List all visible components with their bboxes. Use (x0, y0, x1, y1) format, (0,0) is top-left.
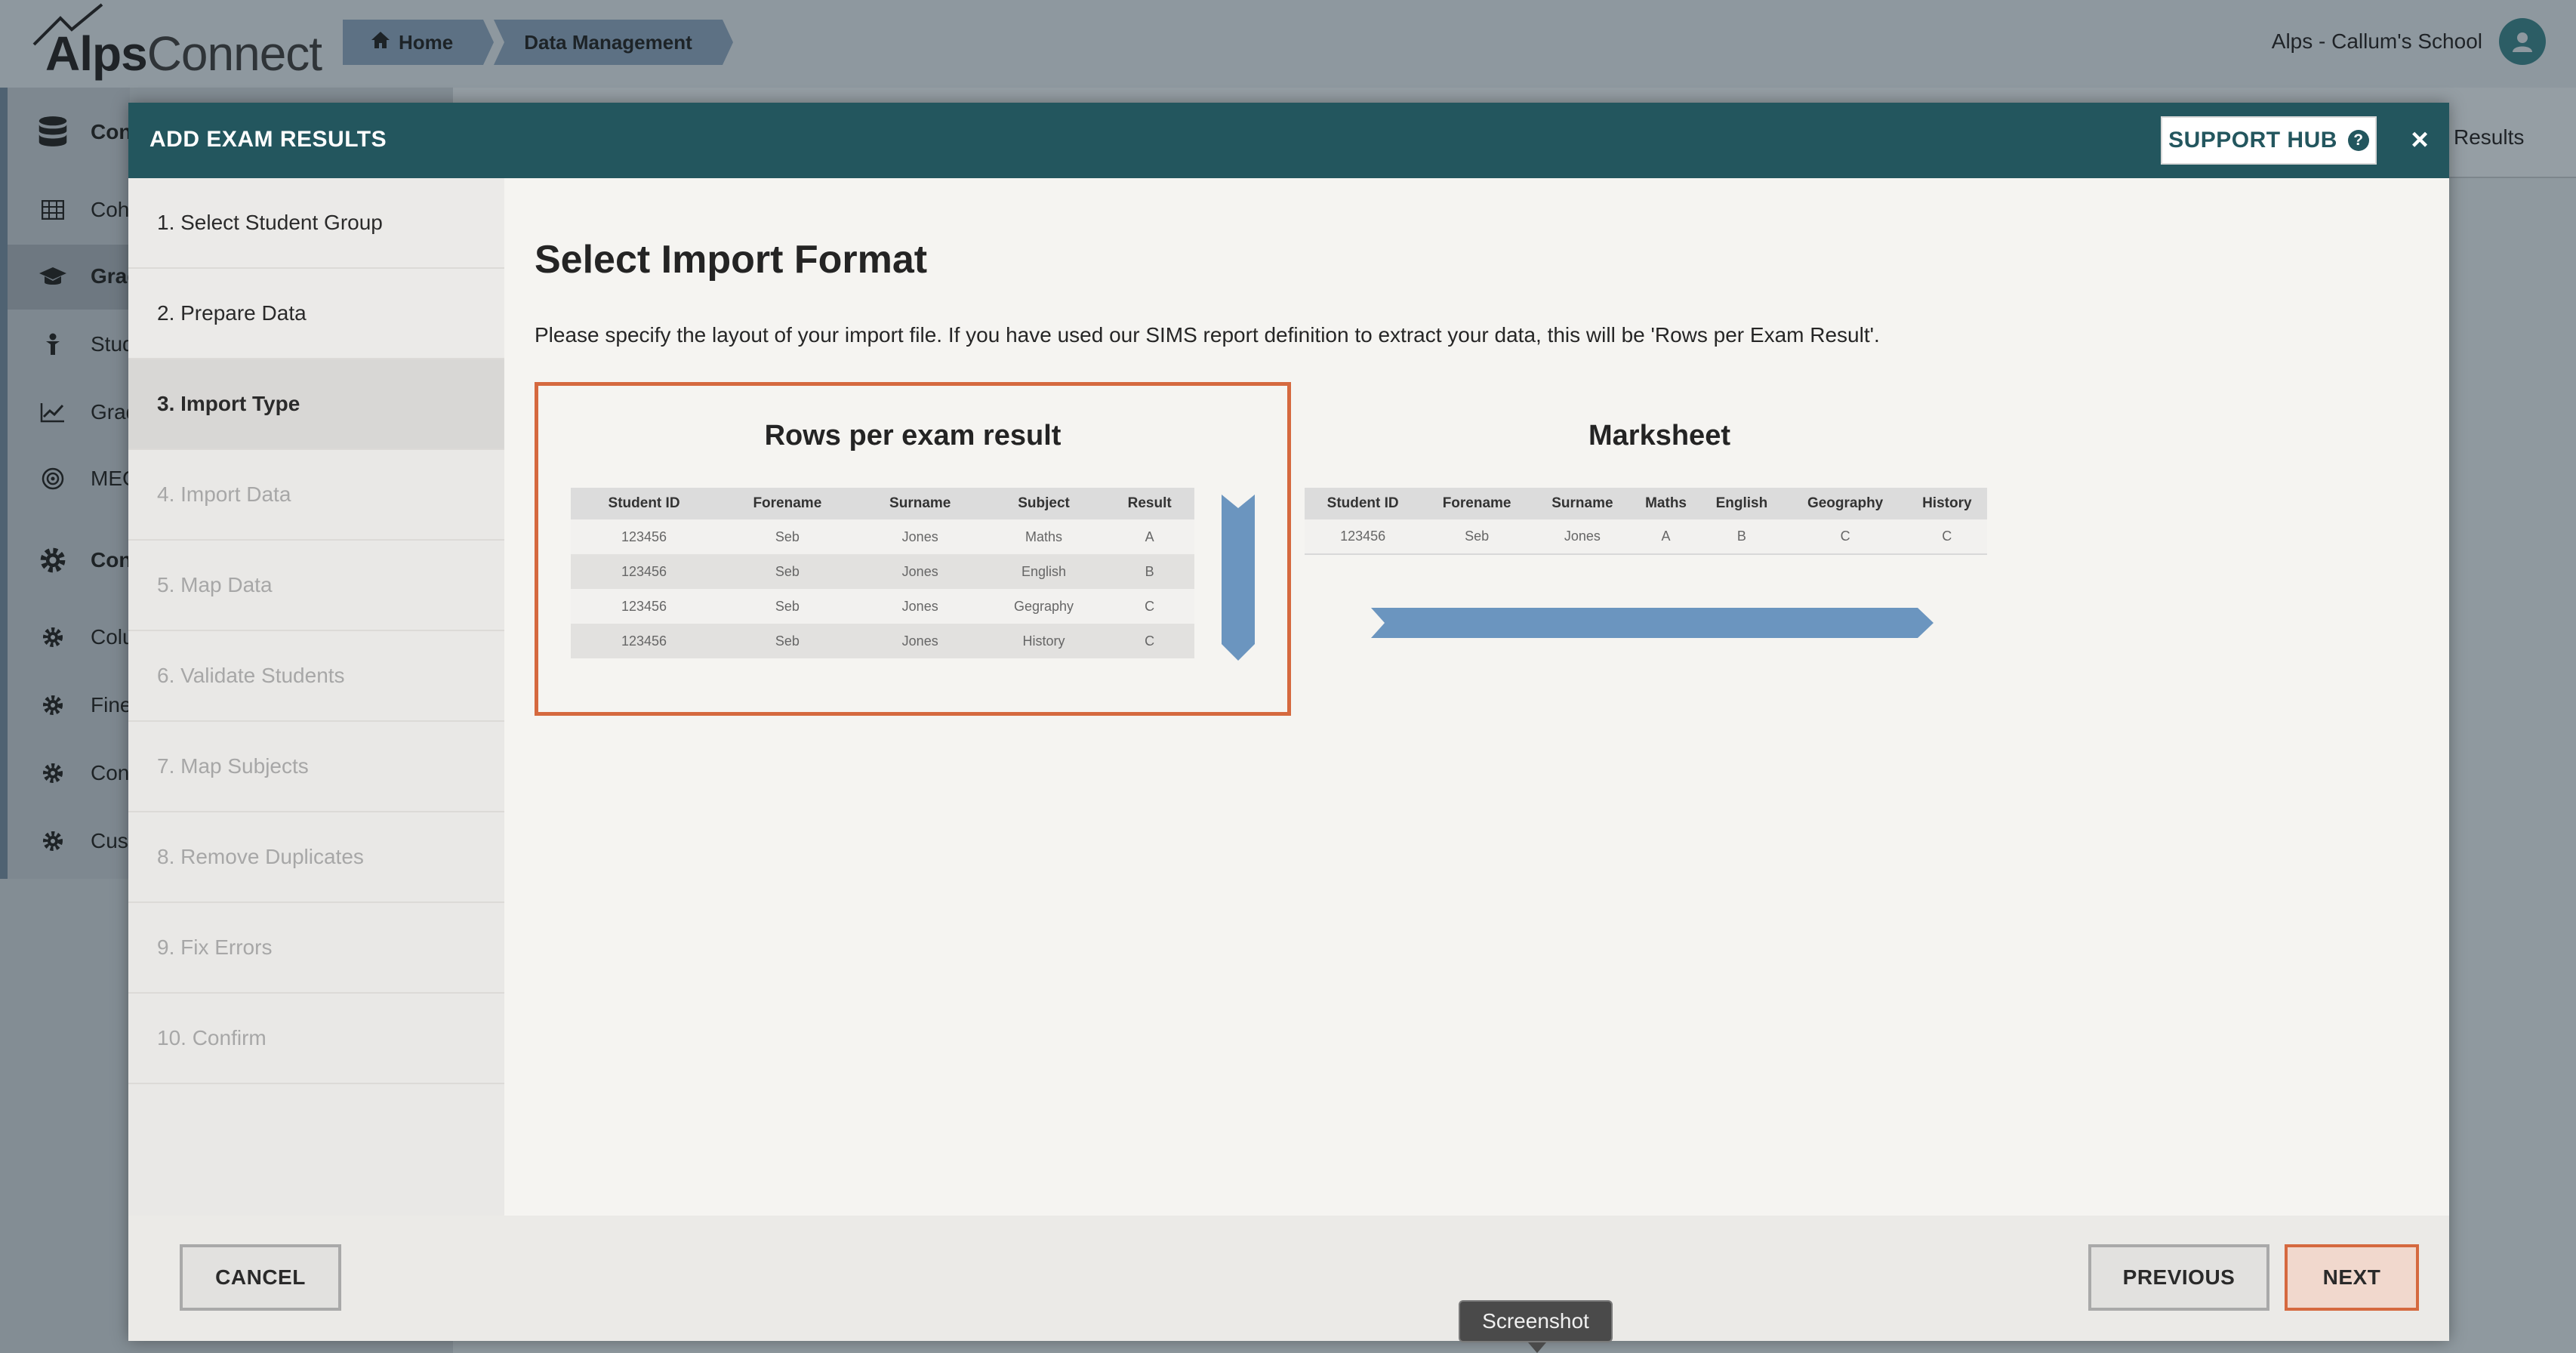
format-option-rows-per-exam-result[interactable]: Rows per exam result Student ID Forename… (535, 382, 1291, 716)
breadcrumb-home-label: Home (399, 30, 454, 54)
close-icon[interactable]: × (2401, 121, 2439, 159)
wizard-steps: 1. Select Student Group 2. Prepare Data … (128, 178, 504, 1216)
gear-icon (38, 762, 68, 784)
table-row: 123456 Seb Jones English B (571, 554, 1194, 589)
add-exam-results-modal: ADD EXAM RESULTS SUPPORT HUB ? × 1. Sele… (128, 103, 2449, 1341)
breadcrumb: Home Data Management (343, 20, 733, 65)
sidebar-item-grades-chart[interactable]: Grad (38, 400, 137, 424)
column-header: Student ID (571, 488, 718, 519)
graduation-cap-icon (38, 266, 68, 287)
step-validate-students: 6. Validate Students (128, 631, 504, 722)
modal-header: ADD EXAM RESULTS SUPPORT HUB ? × (128, 103, 2449, 178)
sidebar-item-config[interactable]: Con (38, 544, 131, 577)
gear-icon (38, 626, 68, 649)
step-select-student-group[interactable]: 1. Select Student Group (128, 178, 504, 269)
logo-light-text: Connect (146, 26, 322, 81)
avatar[interactable] (2499, 18, 2546, 65)
column-header: Surname (1532, 488, 1632, 519)
right-arrow-icon (1371, 608, 1934, 638)
column-header: Forename (717, 488, 858, 519)
table-row: 123456 Seb Jones Gegraphy C (571, 589, 1194, 624)
table-row: 123456 Seb Jones History C (571, 624, 1194, 658)
breadcrumb-data-management[interactable]: Data Management (494, 20, 733, 65)
student-icon (38, 333, 68, 356)
support-hub-button[interactable]: SUPPORT HUB ? (2161, 116, 2377, 165)
page-description: Please specify the layout of your import… (535, 323, 1880, 347)
top-bar: AlpsConnect Home Data Management Alps - … (0, 0, 2576, 88)
database-icon (38, 113, 68, 151)
modal-title: ADD EXAM RESULTS (149, 127, 387, 152)
step-prepare-data[interactable]: 2. Prepare Data (128, 269, 504, 359)
alps-connect-logo[interactable]: AlpsConnect (30, 3, 322, 82)
line-chart-icon (38, 402, 68, 423)
step-fix-errors: 9. Fix Errors (128, 903, 504, 994)
column-header: Student ID (1305, 488, 1422, 519)
step-remove-duplicates: 8. Remove Duplicates (128, 812, 504, 903)
sidebar-item-fine[interactable]: Fine (38, 693, 131, 717)
sidebar-item-stud[interactable]: Stud (38, 332, 134, 356)
table-icon (38, 200, 68, 220)
sidebar-item-cust[interactable]: Cust (38, 829, 134, 853)
column-header: Subject (982, 488, 1105, 519)
gear-icon (38, 830, 68, 852)
column-header: Forename (1421, 488, 1533, 519)
sidebar-item-con[interactable]: Con (38, 113, 131, 151)
breadcrumb-home[interactable]: Home (343, 20, 495, 65)
sidebar-item-meg[interactable]: MEG (38, 467, 139, 491)
step-map-subjects: 7. Map Subjects (128, 722, 504, 812)
gear-icon (38, 544, 68, 577)
support-hub-label: SUPPORT HUB (2168, 128, 2337, 153)
screenshot-tooltip: Screenshot (1459, 1300, 1613, 1353)
logo-bold-text: Alps (45, 26, 148, 81)
user-icon (2513, 32, 2532, 52)
column-header: English (1699, 488, 1784, 519)
breadcrumb-data-management-label: Data Management (524, 30, 692, 54)
next-button[interactable]: NEXT (2285, 1244, 2419, 1311)
question-icon: ? (2347, 130, 2369, 151)
format-option-marksheet[interactable]: Marksheet Student ID Forename Surname Ma… (1305, 382, 2014, 716)
page-title: Select Import Format (535, 238, 928, 282)
home-icon (370, 30, 391, 55)
target-icon (38, 467, 68, 490)
step-confirm: 10. Confirm (128, 994, 504, 1084)
sample-table: Student ID Forename Surname Maths Englis… (1305, 488, 1987, 555)
table-row: 123456 Seb Jones Maths A (571, 519, 1194, 554)
column-header: Maths (1632, 488, 1700, 519)
sidebar-item-coh[interactable]: Coh (38, 198, 129, 222)
down-arrow-icon (1222, 495, 1255, 661)
step-import-data: 4. Import Data (128, 450, 504, 541)
step-map-data: 5. Map Data (128, 541, 504, 631)
gear-icon (38, 694, 68, 717)
sidebar-item-con2[interactable]: Con (38, 761, 129, 785)
column-header: Geography (1783, 488, 1907, 519)
cancel-button[interactable]: CANCEL (180, 1244, 341, 1311)
sidebar-item-colu[interactable]: Colu (38, 625, 134, 649)
column-header: Result (1105, 488, 1194, 519)
user-name: Alps - Callum's School (2271, 29, 2482, 53)
background-results-tab[interactable]: Results (2454, 125, 2524, 149)
previous-button[interactable]: PREVIOUS (2088, 1244, 2269, 1311)
format-title: Marksheet (1588, 420, 1730, 452)
format-title: Rows per exam result (764, 420, 1062, 452)
sidebar-item-grad[interactable]: Grad (38, 264, 140, 288)
modal-footer: CANCEL PREVIOUS NEXT (128, 1216, 2449, 1341)
user-menu[interactable]: Alps - Callum's School (2272, 18, 2546, 65)
column-header: Surname (857, 488, 983, 519)
step-import-type[interactable]: 3. Import Type (128, 359, 504, 450)
column-header: History (1906, 488, 1987, 519)
main-panel: Select Import Format Please specify the … (504, 178, 2449, 1216)
table-row: 123456 Seb Jones A B C C (1305, 519, 1987, 555)
sample-table: Student ID Forename Surname Subject Resu… (571, 488, 1194, 658)
